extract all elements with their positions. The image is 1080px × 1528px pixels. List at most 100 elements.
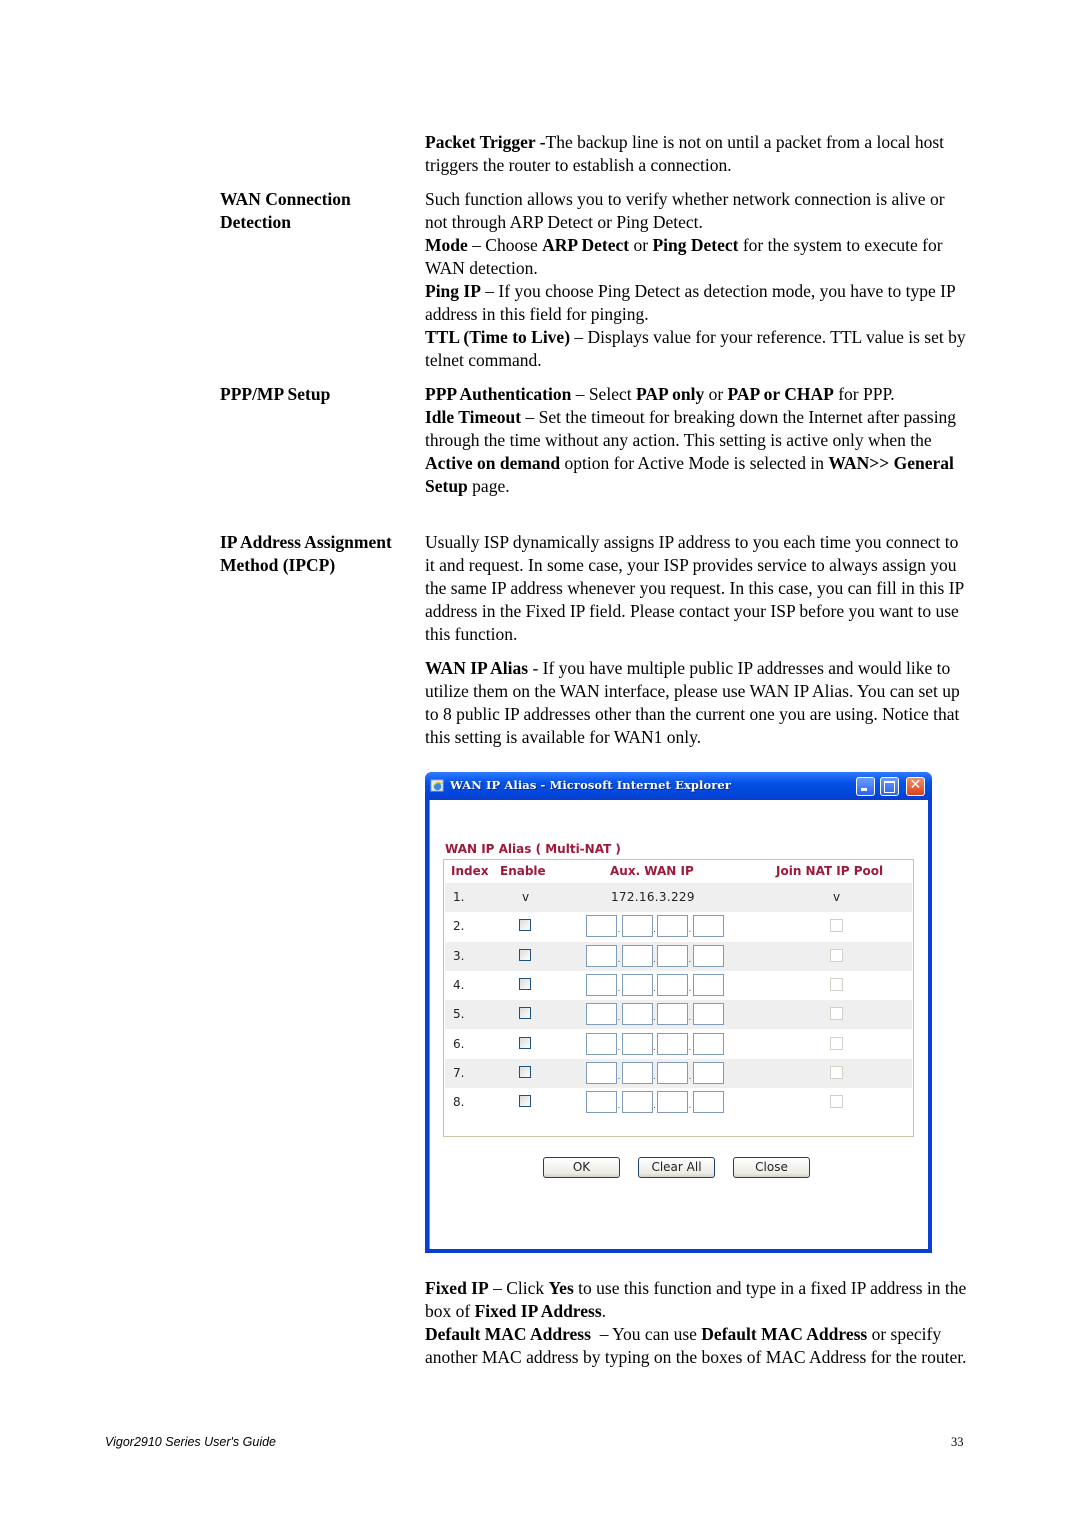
ip-octet-input-1[interactable] xyxy=(586,915,617,938)
join-nat-checkbox[interactable] xyxy=(830,919,843,933)
term: Ping Detect xyxy=(652,235,739,255)
text: – If you choose Ping Detect as detection… xyxy=(425,281,956,324)
section-label-ipcp: IP Address Assignment Method (IPCP) xyxy=(220,532,392,575)
ip-octet-input-3[interactable] xyxy=(657,1091,688,1114)
term: Yes xyxy=(548,1278,574,1298)
ping-ip-description: Ping IP – If you choose Ping Detect as d… xyxy=(425,280,970,326)
idle-timeout-description: Idle Timeout – Set the timeout for break… xyxy=(425,406,970,498)
ip-separator: . xyxy=(617,1042,621,1053)
table-row: 2.... xyxy=(445,912,912,941)
ip-octet-input-4[interactable] xyxy=(692,1003,724,1026)
ip-octet-input-2[interactable] xyxy=(621,915,653,938)
table-row: 6.... xyxy=(445,1030,912,1059)
enable-checkbox[interactable] xyxy=(519,1036,531,1049)
ip-separator: . xyxy=(653,1101,656,1112)
ip-octet-input-1[interactable] xyxy=(586,944,617,967)
footer-guide-title: Vigor2910 Series User's Guide xyxy=(105,1435,276,1449)
term: Mode xyxy=(425,235,468,255)
enable-checkbox[interactable] xyxy=(519,1065,531,1078)
term: WAN IP Alias xyxy=(425,658,529,678)
minimize-button[interactable] xyxy=(856,777,875,796)
packet-trigger-paragraph: Packet Trigger -The backup line is not o… xyxy=(425,131,970,177)
join-nat-checkbox[interactable] xyxy=(830,1095,843,1109)
text: page. xyxy=(467,476,510,496)
join-nat-checkbox[interactable] xyxy=(830,1036,843,1050)
join-nat-checkbox[interactable] xyxy=(830,1007,843,1021)
maximize-button[interactable] xyxy=(880,777,899,796)
ip-octet-input-1[interactable] xyxy=(586,1091,617,1114)
ip-octet-input-1[interactable] xyxy=(586,1032,617,1055)
ip-separator: . xyxy=(688,983,692,994)
enable-checkbox[interactable] xyxy=(519,1095,531,1108)
term: PPP Authentication xyxy=(425,384,572,404)
wan-detection-description: Such function allows you to verify wheth… xyxy=(425,188,970,372)
enable-checkbox[interactable] xyxy=(519,948,531,961)
text: or xyxy=(629,235,653,255)
mode-description: Mode – Choose ARP Detect or Ping Detect … xyxy=(425,234,970,280)
join-nat-checkbox[interactable] xyxy=(830,977,843,991)
page-number: 33 xyxy=(951,1435,964,1449)
ip-separator: . xyxy=(653,983,656,994)
ip-octet-input-3[interactable] xyxy=(657,973,688,996)
header-join-nat-ip-pool: Join NAT IP Pool xyxy=(776,864,884,878)
header-index: Index xyxy=(451,864,489,878)
ip-octet-input-4[interactable] xyxy=(692,915,724,938)
ip-octet-input-1[interactable] xyxy=(586,973,617,996)
ip-separator: . xyxy=(653,925,656,936)
text: option for Active Mode is selected in xyxy=(560,453,829,473)
section-title: WAN IP Alias ( Multi-NAT ) xyxy=(445,842,621,856)
text: – Select xyxy=(571,384,636,404)
ipcp-intro: Usually ISP dynamically assigns IP addre… xyxy=(425,532,964,644)
join-nat-checkbox[interactable] xyxy=(830,948,843,962)
window-title-bar[interactable]: WAN IP Alias - Microsoft Internet Explor… xyxy=(425,772,932,800)
close-button[interactable]: Close xyxy=(733,1157,810,1178)
term: Default MAC Address xyxy=(701,1324,868,1344)
table-row: 8.... xyxy=(445,1088,912,1117)
term: Default MAC Address xyxy=(425,1324,591,1344)
close-window-button[interactable]: ✕ xyxy=(906,777,925,796)
ok-button[interactable]: OK xyxy=(543,1157,620,1178)
ip-octet-input-2[interactable] xyxy=(621,944,653,967)
row-index: 4. xyxy=(453,977,465,992)
ip-octet-input-3[interactable] xyxy=(657,944,688,967)
term: Idle Timeout xyxy=(425,407,522,427)
enable-checkbox[interactable] xyxy=(519,977,531,990)
term: PAP or CHAP xyxy=(727,384,834,404)
term: TTL (Time to Live) xyxy=(425,327,571,347)
ip-octet-input-2[interactable] xyxy=(621,1032,653,1055)
ip-octet-input-3[interactable] xyxy=(657,1032,688,1055)
ip-separator: . xyxy=(617,1101,621,1112)
row-index: 6. xyxy=(453,1036,465,1051)
ip-octet-input-2[interactable] xyxy=(621,973,653,996)
ip-separator: . xyxy=(617,1013,621,1024)
term: Ping IP xyxy=(425,281,481,301)
ip-octet-input-2[interactable] xyxy=(621,1061,653,1084)
ip-octet-input-4[interactable] xyxy=(692,973,724,996)
ip-octet-input-4[interactable] xyxy=(692,944,724,967)
section-label-wan-connection-detection: WAN Connection Detection xyxy=(220,189,351,232)
ip-octet-input-4[interactable] xyxy=(692,1061,724,1084)
ttl-description: TTL (Time to Live) – Displays value for … xyxy=(425,326,970,372)
ip-octet-input-4[interactable] xyxy=(692,1032,724,1055)
text: – You can use xyxy=(590,1324,702,1344)
ip-separator: . xyxy=(653,1042,656,1053)
ip-octet-input-3[interactable] xyxy=(657,1061,688,1084)
window-title: WAN IP Alias - Microsoft Internet Explor… xyxy=(450,778,732,792)
ip-octet-input-3[interactable] xyxy=(657,915,688,938)
ip-octet-input-1[interactable] xyxy=(586,1003,617,1026)
ip-octet-input-2[interactable] xyxy=(621,1091,653,1114)
ip-octet-input-4[interactable] xyxy=(692,1091,724,1114)
ppp-auth-description: PPP Authentication – Select PAP only or … xyxy=(425,383,970,406)
fixed-ip-mac-description: Fixed IP – Click Yes to use this functio… xyxy=(425,1277,970,1369)
row-index: 5. xyxy=(453,1007,465,1022)
enable-checkbox[interactable] xyxy=(519,1007,531,1020)
enable-checkbox[interactable] xyxy=(519,919,531,932)
clear-all-button[interactable]: Clear All xyxy=(638,1157,715,1178)
term: Active on demand xyxy=(425,453,561,473)
ip-separator: . xyxy=(617,1071,621,1082)
join-nat-checkbox[interactable] xyxy=(830,1065,843,1079)
ip-octet-input-2[interactable] xyxy=(621,1003,653,1026)
table-row: 3.... xyxy=(445,941,912,971)
ip-octet-input-1[interactable] xyxy=(586,1061,617,1084)
ip-octet-input-3[interactable] xyxy=(657,1003,688,1026)
